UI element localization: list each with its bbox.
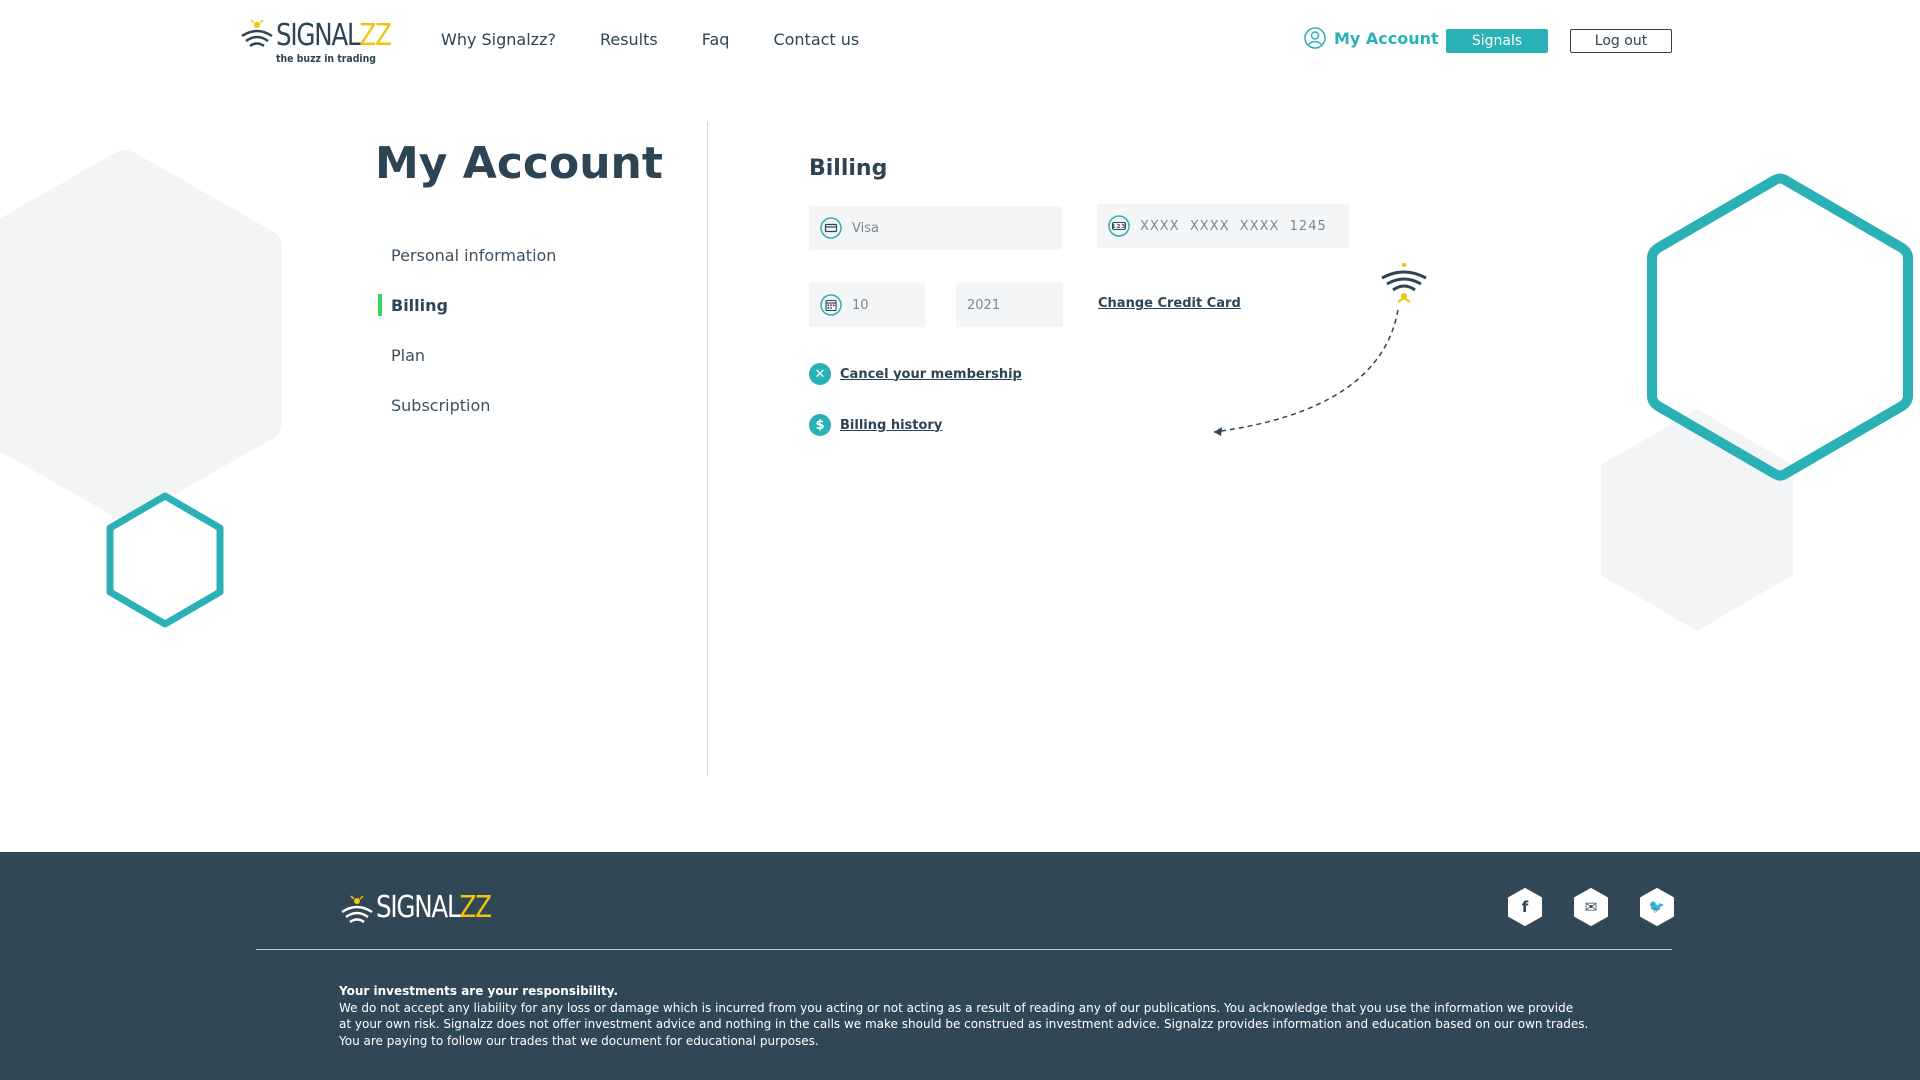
mail-glyph: ✉	[1584, 898, 1598, 916]
facebook-glyph: f	[1521, 898, 1529, 916]
footer-logo-wordmark: SIGNALZZ	[376, 890, 492, 925]
signalzz-logo[interactable]: SIGNALZZ the buzz in trading	[240, 18, 400, 68]
bird-glyph: 🐦	[1648, 899, 1666, 915]
logo-tagline: the buzz in trading	[276, 52, 376, 65]
expiry-year-field[interactable]: 2021	[956, 283, 1063, 327]
dashed-arrow-icon	[1213, 309, 1399, 436]
top-navigation-bar: SIGNALZZ the buzz in trading Why Signalz…	[0, 0, 1920, 80]
billing-title: Billing	[809, 156, 888, 181]
logout-button[interactable]: Log out	[1570, 29, 1672, 53]
number-123-icon: 123	[1108, 215, 1130, 237]
decorative-hexagon-teal-large	[1647, 173, 1913, 481]
cancel-membership-action[interactable]: ✕ Cancel your membership	[809, 363, 1022, 385]
decorative-hexagon-grey-right	[1601, 409, 1793, 631]
disclaimer-lead: Your investments are your responsibility…	[339, 984, 619, 998]
mail-icon[interactable]: ✉	[1572, 887, 1610, 927]
billing-history-action[interactable]: $ Billing history	[809, 414, 942, 436]
sidebar-item-personal-information[interactable]: Personal information	[378, 230, 678, 280]
my-account-link[interactable]: My Account	[1304, 27, 1439, 49]
social-links: f ✉ 🐦	[1506, 887, 1676, 927]
svg-text:123: 123	[1112, 224, 1126, 230]
bird-icon[interactable]: 🐦	[1638, 887, 1676, 927]
close-icon: ✕	[809, 363, 831, 385]
disclaimer-line-2: at your own risk. Signalzz does not offe…	[339, 1017, 1589, 1031]
facebook-icon[interactable]: f	[1506, 887, 1544, 927]
page-title: My Account	[375, 138, 663, 189]
card-type-value: Visa	[852, 220, 879, 236]
account-sidebar: Personal information Billing Plan Subscr…	[378, 230, 678, 430]
expiry-year-value: 2021	[967, 297, 1001, 313]
sidebar-item-subscription[interactable]: Subscription	[378, 380, 678, 430]
my-account-label: My Account	[1334, 28, 1439, 48]
nav-contact-us[interactable]: Contact us	[773, 30, 859, 49]
nav-faq[interactable]: Faq	[702, 30, 730, 49]
dollar-icon: $	[809, 414, 831, 436]
card-number-value: XXXX XXXX XXXX 1245	[1140, 218, 1327, 234]
sidebar-item-billing[interactable]: Billing	[378, 280, 678, 330]
cancel-membership-link[interactable]: Cancel your membership	[840, 367, 1022, 382]
logo-signal-icon	[241, 19, 273, 48]
change-credit-card-link[interactable]: Change Credit Card	[1098, 296, 1241, 311]
user-circle-icon	[1304, 27, 1326, 49]
signals-button[interactable]: Signals	[1446, 29, 1548, 53]
billing-history-link[interactable]: Billing history	[840, 418, 942, 433]
expiry-month-value: 10	[852, 297, 869, 313]
nav-why-signalzz[interactable]: Why Signalzz?	[441, 30, 556, 49]
logo-wordmark: SIGNALZZ	[276, 18, 392, 53]
main-nav: Why Signalzz? Results Faq Contact us	[441, 30, 903, 49]
footer-logo-signal-icon	[341, 895, 373, 924]
nav-results[interactable]: Results	[600, 30, 658, 49]
decorative-hexagon-teal-small	[106, 492, 224, 628]
decorative-hexagon-grey	[0, 150, 282, 520]
footer: SIGNALZZ f ✉ 🐦 Your investments are your…	[0, 852, 1920, 1080]
footer-divider	[256, 949, 1672, 950]
credit-card-icon	[820, 217, 842, 239]
disclaimer-line-1: We do not accept any liability for any l…	[339, 1000, 1574, 1015]
sidebar-item-plan[interactable]: Plan	[378, 330, 678, 380]
card-type-field[interactable]: Visa	[809, 206, 1062, 250]
vertical-divider	[707, 122, 708, 776]
card-number-field[interactable]: 123 XXXX XXXX XXXX 1245	[1097, 204, 1349, 248]
calendar-icon	[820, 294, 842, 316]
disclaimer-text: Your investments are your responsibility…	[339, 983, 1639, 1049]
signal-bee-icon	[1381, 263, 1427, 303]
expiry-month-field[interactable]: 10	[809, 283, 925, 327]
footer-logo[interactable]: SIGNALZZ	[340, 890, 500, 930]
disclaimer-line-3: You are paying to follow our trades that…	[339, 1033, 819, 1048]
